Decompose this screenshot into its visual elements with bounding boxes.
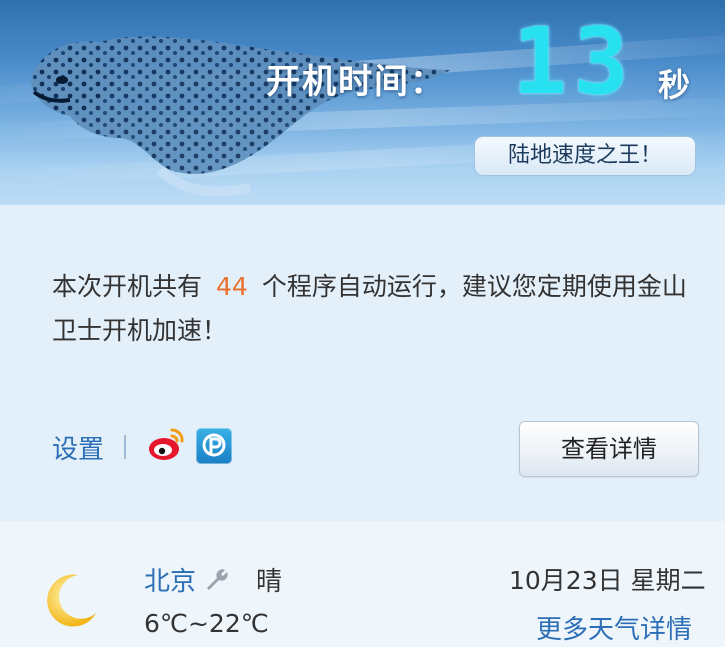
divider: [124, 435, 126, 459]
more-weather-link[interactable]: 更多天气详情: [536, 609, 692, 646]
startup-info-panel: 本次开机共有 44 个程序自动运行，建议您定期使用金山卫士开机加速！ 设置 查看详情: [0, 205, 725, 522]
cheetah-image: [30, 36, 450, 197]
boot-time-label: 开机时间：: [266, 62, 446, 102]
weather-panel: 北京 晴 6℃~22℃ 10月23日 星期二 更多天气详情: [0, 521, 725, 647]
weibo-icon[interactable]: [146, 424, 186, 464]
p-glyph: [202, 433, 226, 457]
program-count: 44: [216, 272, 248, 301]
settings-link[interactable]: 设置: [52, 429, 104, 466]
pengyou-p-icon[interactable]: [196, 428, 232, 464]
moon-icon: [47, 574, 96, 627]
startup-message: 本次开机共有 44 个程序自动运行，建议您定期使用金山卫士开机加速！: [52, 265, 702, 353]
seconds-unit: 秒: [658, 66, 691, 104]
city-link[interactable]: 北京: [144, 561, 196, 598]
rank-badge: 陆地速度之王！: [474, 136, 696, 176]
boot-time-banner: 开机时间： 13 秒 陆地速度之王！: [0, 0, 725, 205]
weather-condition: 晴: [256, 567, 283, 597]
wrench-icon[interactable]: [203, 566, 229, 592]
date-weekday: 10月23日 星期二: [509, 566, 706, 595]
boot-seconds-value: 13: [512, 8, 635, 115]
message-prefix: 本次开机共有: [52, 272, 203, 301]
view-details-button[interactable]: 查看详情: [519, 421, 699, 477]
temperature-range: 6℃~22℃: [144, 609, 269, 638]
